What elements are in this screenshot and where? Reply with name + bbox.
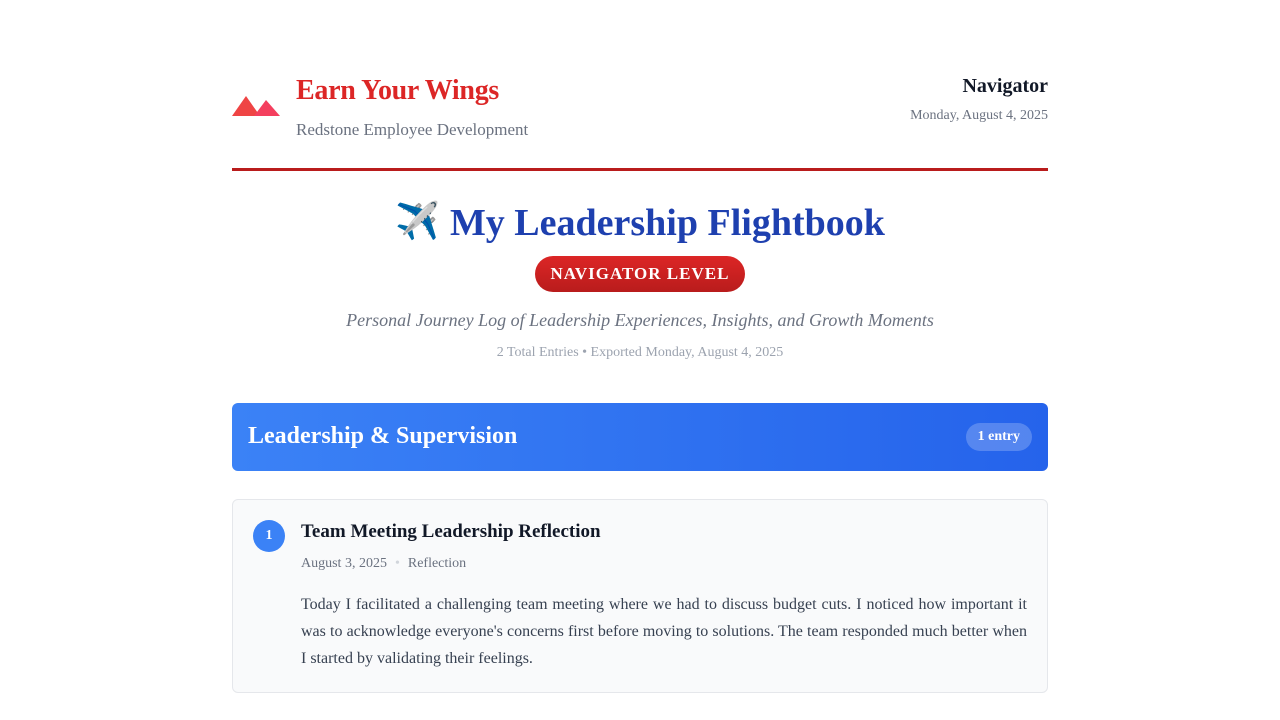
entry-body: Today I facilitated a challenging team m… (301, 596, 1027, 667)
page-header: Earn Your Wings Redstone Employee Develo… (232, 70, 1048, 171)
title-block: ✈️ My Leadership Flightbook NAVIGATOR LEV… (232, 171, 1048, 361)
mountain-logo-icon (232, 96, 280, 116)
flightbook-page: Earn Your Wings Redstone Employee Develo… (232, 0, 1048, 693)
page-subtitle: Personal Journey Log of Leadership Exper… (346, 310, 934, 330)
page-title: ✈️ My Leadership Flightbook (232, 199, 1048, 246)
brand-subtitle: Redstone Employee Development (296, 120, 529, 139)
entry-type: Reflection (407, 556, 467, 571)
brand-title: Earn Your Wings (296, 75, 499, 106)
entry-title: Team Meeting Leadership Reflection (301, 521, 601, 542)
header-date: Monday, August 4, 2025 (910, 108, 1048, 123)
entry-card: 1 Team Meeting Leadership Reflection Aug… (232, 499, 1048, 693)
level-badge: NAVIGATOR LEVEL (534, 256, 746, 292)
category-count-badge: 1 entry (965, 423, 1032, 451)
entry-date: August 3, 2025 (301, 556, 387, 571)
airplane-icon: ✈️ (395, 201, 440, 242)
user-level-name: Navigator (962, 75, 1048, 97)
category-header: Leadership & Supervision 1 entry (232, 403, 1048, 471)
entry-number-badge: 1 (253, 520, 285, 552)
entries-meta: 2 Total Entries • Exported Monday, Augus… (496, 345, 784, 360)
meta-separator: • (394, 556, 400, 571)
page-title-text: My Leadership Flightbook (449, 202, 885, 244)
category-title: Leadership & Supervision (248, 423, 518, 449)
entry-meta: August 3, 2025 • Reflection (301, 556, 466, 572)
